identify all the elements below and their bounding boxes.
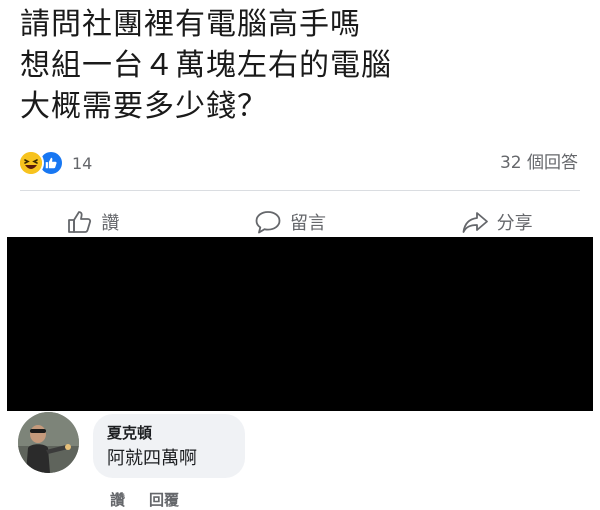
post-line: 想組一台４萬塊左右的電腦 — [20, 48, 392, 83]
share-label: 分享 — [496, 213, 533, 234]
comment-actions: 讚 回覆 — [110, 489, 179, 510]
comment-button[interactable]: 留言 — [254, 209, 326, 235]
post-line: 請問社團裡有電腦高手嗎 — [20, 7, 361, 42]
reaction-summary[interactable]: 14 — [18, 150, 92, 176]
post-line: 大概需要多少錢？ — [20, 89, 268, 124]
comment-reply-link[interactable]: 回覆 — [149, 489, 179, 510]
divider — [20, 190, 580, 191]
comment-bubble: 夏克頓 阿就四萬啊 — [93, 414, 245, 478]
reaction-count: 14 — [72, 153, 93, 173]
haha-icon — [18, 150, 44, 176]
redacted-block — [7, 237, 593, 411]
commenter-name[interactable]: 夏克頓 — [107, 424, 231, 442]
avatar[interactable] — [18, 412, 79, 473]
thumbs-up-icon — [67, 209, 93, 235]
post-actions: 讚 留言 分享 — [0, 205, 600, 239]
share-button[interactable]: 分享 — [461, 209, 533, 235]
share-arrow-icon — [461, 209, 489, 235]
like-label: 讚 — [101, 213, 120, 234]
comment-like-link[interactable]: 讚 — [110, 489, 125, 510]
comment-text: 阿就四萬啊 — [107, 448, 197, 469]
post-text: 請問社團裡有電腦高手嗎 想組一台４萬塊左右的電腦 大概需要多少錢？ — [20, 4, 392, 127]
comment-label: 留言 — [289, 213, 326, 234]
speech-bubble-icon — [254, 209, 282, 235]
comment-count[interactable]: 32 個回答 — [500, 150, 578, 176]
like-button[interactable]: 讚 — [67, 209, 119, 235]
